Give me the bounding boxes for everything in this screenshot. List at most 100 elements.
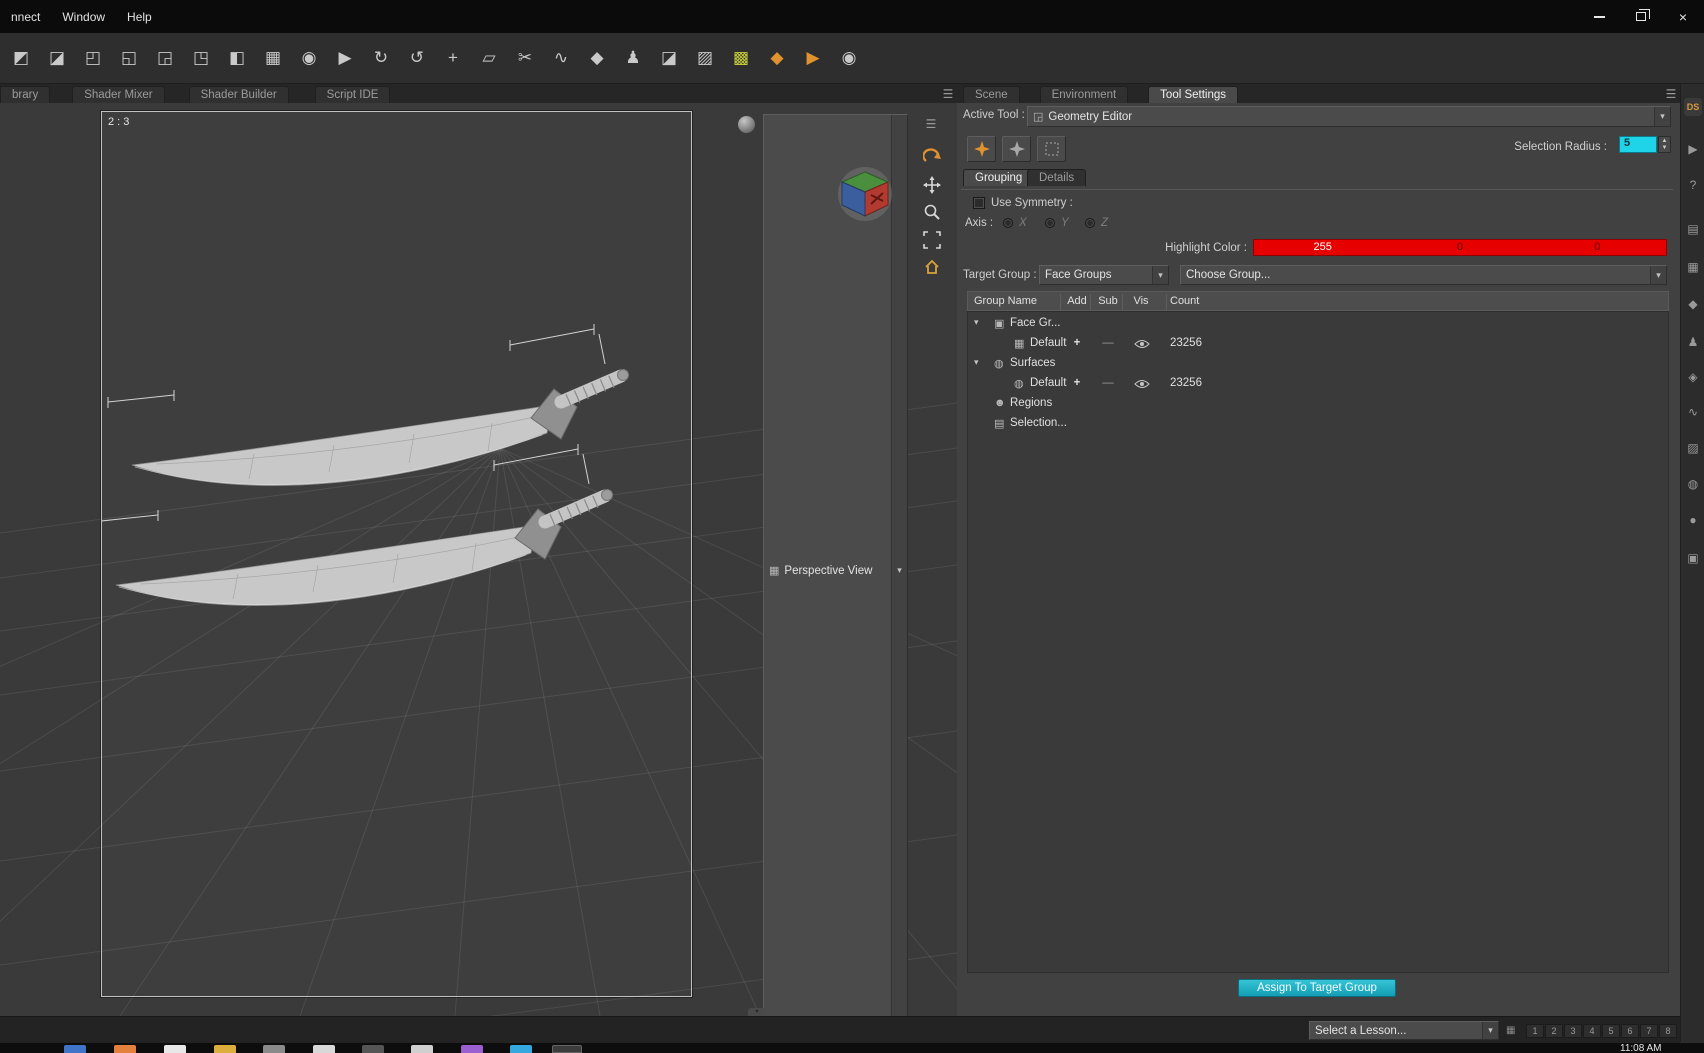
- hatch-tool-icon[interactable]: ▨: [688, 40, 722, 76]
- geometry-node-tool-icon[interactable]: ◆: [760, 40, 794, 76]
- help-icon[interactable]: ?: [1681, 178, 1704, 192]
- paint-tool-icon[interactable]: ◆: [580, 40, 614, 76]
- taskbar-app-icon[interactable]: [214, 1045, 236, 1053]
- cut-tool-icon[interactable]: ✂: [508, 40, 542, 76]
- sub-button[interactable]: —: [1092, 337, 1124, 349]
- menu-window[interactable]: Window: [51, 0, 116, 33]
- page-button-2[interactable]: 2: [1545, 1024, 1563, 1038]
- zoom-camera-icon[interactable]: [922, 202, 942, 222]
- view-lighting-sphere-icon[interactable]: [738, 116, 755, 133]
- grid-snap-tool-icon[interactable]: ▦: [256, 40, 290, 76]
- active-tool-dropdown[interactable]: ◲ Geometry Editor ▾: [1027, 106, 1671, 127]
- layout-icon[interactable]: ▦: [1681, 260, 1704, 274]
- surface-tool-icon[interactable]: ◪: [652, 40, 686, 76]
- visibility-eye-icon[interactable]: [1134, 339, 1150, 352]
- menu-connect[interactable]: nnect: [0, 0, 51, 33]
- frame-view-icon[interactable]: [922, 230, 942, 250]
- figure-icon[interactable]: ♟: [1681, 335, 1704, 349]
- page-button-4[interactable]: 4: [1583, 1024, 1601, 1038]
- sphere-primitive-tool-icon[interactable]: ◉: [292, 40, 326, 76]
- taskbar-app-icon[interactable]: [362, 1045, 384, 1053]
- page-button-7[interactable]: 7: [1640, 1024, 1658, 1038]
- choose-group-dropdown[interactable]: Choose Group... ▾: [1180, 265, 1667, 285]
- vertex-select-mode-button[interactable]: [1002, 136, 1031, 162]
- minimize-button[interactable]: [1578, 0, 1620, 33]
- table-row[interactable]: ◍ Default + — 23256: [968, 374, 1668, 394]
- katana-model-1[interactable]: [108, 324, 629, 486]
- axis-y-radio[interactable]: [1045, 218, 1055, 228]
- tab-shader-builder[interactable]: Shader Builder: [188, 86, 289, 103]
- panes-icon[interactable]: ▤: [1681, 222, 1704, 236]
- taskbar-app-icon[interactable]: [164, 1045, 186, 1053]
- use-symmetry-checkbox[interactable]: [973, 197, 985, 209]
- layout-grid-icon[interactable]: ▦: [1506, 1025, 1515, 1036]
- translate-tool-icon[interactable]: +: [436, 40, 470, 76]
- page-button-3[interactable]: 3: [1564, 1024, 1582, 1038]
- right-pane-options-icon[interactable]: ☰: [1662, 87, 1680, 101]
- tab-grouping[interactable]: Grouping: [963, 169, 1035, 186]
- pan-camera-icon[interactable]: [922, 175, 942, 195]
- left-pane-options-icon[interactable]: ☰: [939, 87, 957, 101]
- viewport-options-icon[interactable]: ☰: [922, 117, 940, 131]
- page-button-5[interactable]: 5: [1602, 1024, 1620, 1038]
- selection-radius-input[interactable]: 5: [1619, 136, 1657, 153]
- globe-icon[interactable]: ◍: [1681, 477, 1704, 491]
- assign-to-target-group-button[interactable]: Assign To Target Group: [1238, 979, 1396, 997]
- geometry-select-mode-button[interactable]: [967, 136, 996, 162]
- tab-tool-settings[interactable]: Tool Settings: [1148, 86, 1239, 103]
- rotate-select-tool-icon[interactable]: ↻: [364, 40, 398, 76]
- create-prop-tool-icon[interactable]: ◧: [220, 40, 254, 76]
- create-null-tool-icon[interactable]: ◲: [148, 40, 182, 76]
- table-row[interactable]: ▤ Selection...: [968, 414, 1668, 434]
- pointer-icon[interactable]: ▶: [1681, 142, 1704, 156]
- tab-script-ide[interactable]: Script IDE: [314, 86, 391, 103]
- table-row[interactable]: ▾ ▣ Face Gr...: [968, 314, 1668, 334]
- target-group-dropdown[interactable]: Face Groups ▾: [1039, 265, 1169, 285]
- marquee-select-mode-button[interactable]: [1037, 136, 1066, 162]
- page-button-6[interactable]: 6: [1621, 1024, 1639, 1038]
- table-row[interactable]: ▦ Default + — 23256: [968, 334, 1668, 354]
- highlight-color-swatch[interactable]: 255 0 0: [1253, 239, 1667, 256]
- home-view-icon[interactable]: [922, 257, 942, 277]
- smart-select-tool-icon[interactable]: ▶: [796, 40, 830, 76]
- axis-z-radio[interactable]: [1085, 218, 1095, 228]
- pointer-select-tool-icon[interactable]: ▶: [328, 40, 362, 76]
- expander-icon[interactable]: ▾: [974, 357, 979, 368]
- taskbar-active-app-icon[interactable]: [552, 1045, 582, 1053]
- orientation-cube-gizmo[interactable]: [833, 163, 897, 230]
- selection-radius-stepper[interactable]: ▲ ▼: [1658, 136, 1671, 153]
- tab-details[interactable]: Details: [1027, 169, 1087, 186]
- create-target-tool-icon[interactable]: ◳: [184, 40, 218, 76]
- uv-editor-tool-icon[interactable]: ▩: [724, 40, 758, 76]
- tab-environment[interactable]: Environment: [1039, 86, 1129, 103]
- viewport-collapse-handle[interactable]: ▾: [748, 1008, 766, 1016]
- create-cube-tool-icon[interactable]: ◰: [76, 40, 110, 76]
- tab-shader-mixer[interactable]: Shader Mixer: [72, 86, 165, 103]
- add-button[interactable]: +: [1062, 337, 1092, 349]
- spin-tool-icon[interactable]: ↺: [400, 40, 434, 76]
- taskbar-app-icon[interactable]: [64, 1045, 86, 1053]
- table-row[interactable]: ☻ Regions: [968, 394, 1668, 414]
- gem-icon[interactable]: ◈: [1681, 370, 1704, 384]
- restore-button[interactable]: [1620, 0, 1662, 33]
- view-selector-dropdown[interactable]: ▦ Perspective View ▾: [763, 114, 908, 1016]
- puzzle-icon[interactable]: ▣: [1681, 551, 1704, 565]
- weld-tool-icon[interactable]: ∿: [544, 40, 578, 76]
- menu-help[interactable]: Help: [116, 0, 163, 33]
- orbit-camera-icon[interactable]: [922, 147, 942, 167]
- new-node-tool-icon[interactable]: ◩: [4, 40, 38, 76]
- table-row[interactable]: ▾ ◍ Surfaces: [968, 354, 1668, 374]
- taskbar-app-icon[interactable]: [461, 1045, 483, 1053]
- tab-content-library[interactable]: brary: [0, 86, 51, 103]
- axis-x-radio[interactable]: [1003, 218, 1013, 228]
- taskbar-app-icon[interactable]: [510, 1045, 532, 1053]
- taskbar-app-icon[interactable]: [263, 1045, 285, 1053]
- visibility-eye-icon[interactable]: [1134, 379, 1150, 392]
- page-button-1[interactable]: 1: [1526, 1024, 1544, 1038]
- tab-scene[interactable]: Scene: [963, 86, 1020, 103]
- 3d-viewport[interactable]: 2 : 3 ▦ Perspective View ▾ ☰: [0, 103, 957, 1016]
- close-button[interactable]: ×: [1662, 0, 1704, 33]
- add-node-tool-icon[interactable]: ◪: [40, 40, 74, 76]
- taskbar-app-icon[interactable]: [411, 1045, 433, 1053]
- page-button-8[interactable]: 8: [1659, 1024, 1677, 1038]
